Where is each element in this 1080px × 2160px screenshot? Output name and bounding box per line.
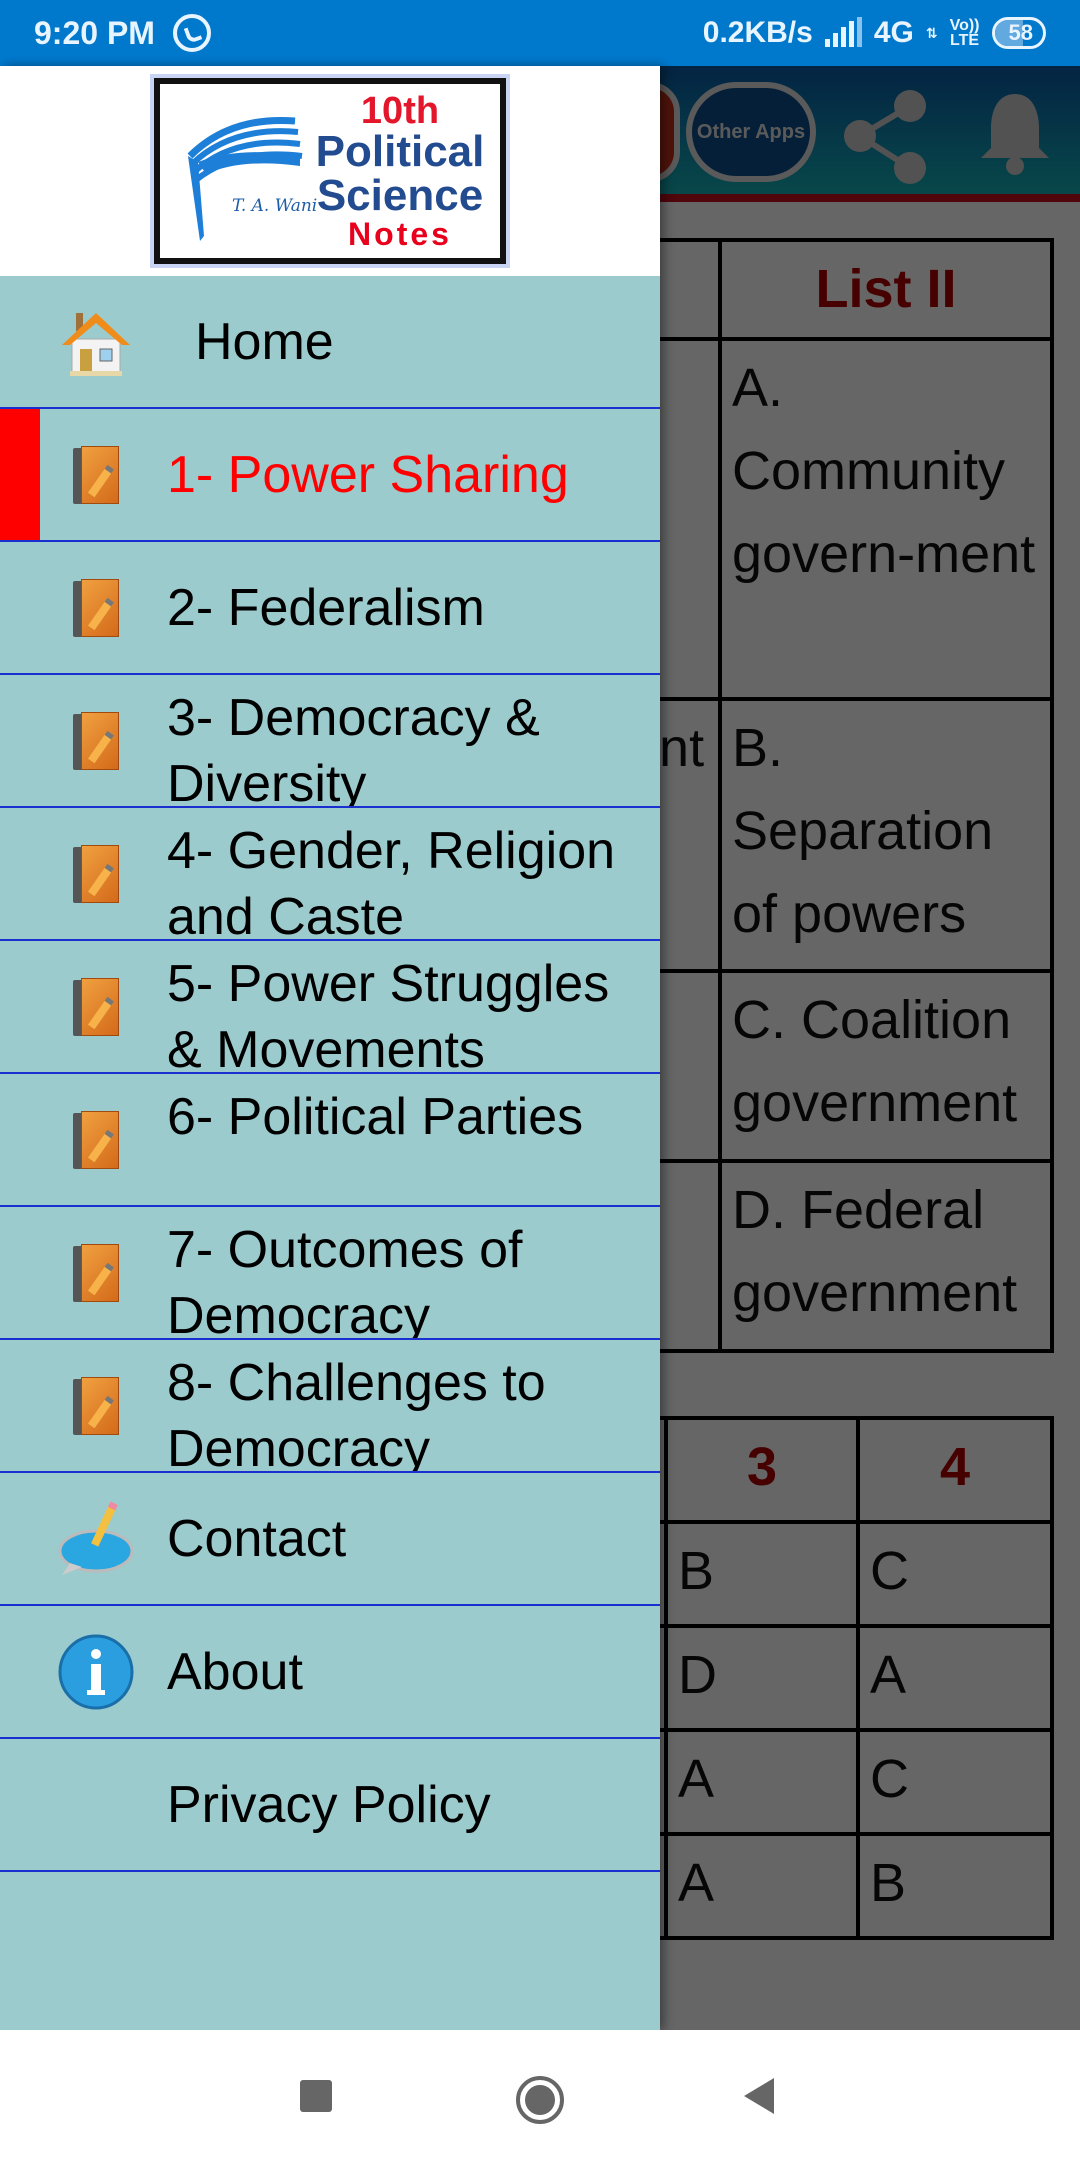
app-logo: T. A. Wani 10th Political Science Notes: [150, 74, 510, 268]
drawer-item-chapter-2[interactable]: 2- Federalism: [0, 542, 660, 675]
drawer-header: T. A. Wani 10th Political Science Notes: [0, 66, 660, 276]
battery-level: 58: [1008, 20, 1033, 45]
book-icon: [56, 834, 136, 914]
back-icon[interactable]: [744, 2078, 774, 2114]
book-icon: [56, 568, 136, 648]
status-bar: 9:20 PM 0.2KB/s 4G ⇅ Vo)) LTE 58: [0, 0, 1080, 66]
drawer-item-chapter-4[interactable]: 4- Gender, Religion and Caste: [0, 808, 660, 941]
drawer-item-label: Contact: [167, 1509, 347, 1568]
network-type: 4G: [873, 16, 914, 49]
drawer-item-label: 1- Power Sharing: [167, 445, 569, 504]
drawer-item-about[interactable]: About: [0, 1606, 660, 1739]
system-nav-bar: [0, 2030, 1080, 2160]
drawer-item-chapter-1[interactable]: 1- Power Sharing: [0, 409, 660, 542]
drawer-item-label: 6- Political Parties: [167, 1088, 584, 1146]
net-speed: 0.2KB/s: [702, 16, 813, 49]
drawer-item-chapter-8[interactable]: 8- Challenges to Democracy: [0, 1340, 660, 1473]
book-icon: [56, 435, 136, 515]
drawer-item-chapter-5[interactable]: 5- Power Struggles & Movements: [0, 941, 660, 1074]
clock: 9:20 PM: [34, 14, 155, 51]
active-indicator: [0, 409, 40, 540]
book-icon: [56, 701, 136, 781]
drawer-item-label: 3- Democracy & Diversity: [167, 689, 540, 808]
drawer-item-label: About: [167, 1642, 303, 1701]
drawer-item-chapter-6[interactable]: 6- Political Parties: [0, 1074, 660, 1207]
drawer-menu: Home 1- Power Sharing 2- Federalism 3- D…: [0, 276, 660, 1872]
navigation-drawer: T. A. Wani 10th Political Science Notes: [0, 66, 660, 2030]
drawer-item-label: Home: [195, 312, 334, 371]
drawer-item-chapter-3[interactable]: 3- Democracy & Diversity: [0, 675, 660, 808]
volte-icon: Vo)) LTE: [949, 17, 980, 49]
recent-apps-icon[interactable]: [300, 2080, 332, 2112]
book-icon: [56, 1233, 136, 1313]
book-icon: [56, 967, 136, 1047]
book-icon: [56, 1366, 136, 1446]
contact-icon: [56, 1499, 136, 1579]
data-activity-icon: ⇅: [925, 24, 938, 41]
drawer-item-home[interactable]: Home: [0, 276, 660, 409]
home-nav-icon[interactable]: [516, 2076, 564, 2124]
book-icon: [56, 1100, 136, 1180]
whatsapp-icon: [172, 14, 211, 52]
home-icon: [56, 302, 136, 382]
info-icon: [56, 1632, 136, 1712]
open-book-logo-icon: T. A. Wani: [170, 96, 317, 246]
drawer-item-label: 8- Challenges to Democracy: [167, 1354, 546, 1473]
drawer-item-contact[interactable]: Contact: [0, 1473, 660, 1606]
drawer-item-label: 2- Federalism: [167, 578, 485, 637]
drawer-item-label: 5- Power Struggles & Movements: [167, 955, 610, 1074]
drawer-item-label: Privacy Policy: [167, 1775, 491, 1834]
battery-icon: 58: [991, 17, 1046, 49]
drawer-item-chapter-7[interactable]: 7- Outcomes of Democracy: [0, 1207, 660, 1340]
drawer-item-label: 7- Outcomes of Democracy: [167, 1221, 523, 1340]
signal-icon: [824, 17, 862, 47]
drawer-item-label: 4- Gender, Religion and Caste: [167, 822, 616, 941]
drawer-item-privacy-policy[interactable]: Privacy Policy: [0, 1739, 660, 1872]
